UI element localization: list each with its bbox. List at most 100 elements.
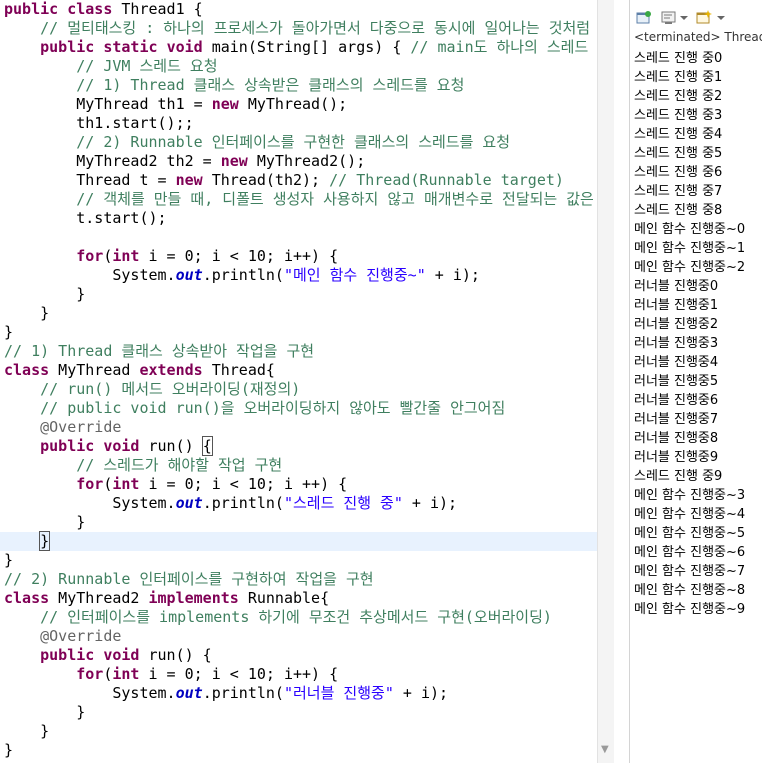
code-token: } — [4, 722, 50, 740]
code-line[interactable]: th1.start();; — [4, 114, 597, 133]
code-line[interactable]: } — [4, 722, 597, 741]
keyword: for — [76, 475, 104, 493]
code-line[interactable]: // JVM 스레드 요청 — [4, 57, 597, 76]
code-line[interactable]: for(int i = 0; i < 10; i++) { — [4, 247, 597, 266]
console-output-line: 스레드 진행 중0 — [634, 51, 723, 66]
code-line[interactable]: // 멀티태스킹 : 하나의 프로세스가 돌아가면서 다중으로 동시에 일어나는… — [4, 19, 597, 38]
code-line[interactable]: // 인터페이스를 implements 하기에 무조건 추상메서드 구현(오버… — [4, 608, 597, 627]
string-literal: "러너블 진행중" — [283, 684, 394, 702]
code-line[interactable]: MyThread2 th2 = new MyThread2(); — [4, 152, 597, 171]
code-line[interactable]: // 1) Thread 클래스 상속받은 클래스의 스레드를 요청 — [4, 76, 597, 95]
code-token: .println( — [202, 684, 284, 702]
code-line[interactable]: @Override — [4, 418, 597, 437]
code-line[interactable]: // public void run()을 오버라이딩하지 않아도 빨간줄 안그… — [4, 399, 597, 418]
code-line[interactable]: } — [4, 304, 597, 323]
code-token: Runnable{ — [238, 589, 330, 607]
code-line[interactable]: t.start(); — [4, 209, 597, 228]
console-output[interactable]: 스레드 진행 중0 스레드 진행 중1 스레드 진행 중2 스레드 진행 중3 스레드 … — [634, 49, 745, 619]
console-view: <terminated> Thread1 [J 스레드 진행 중0스레드 진행 … — [630, 0, 762, 763]
code-line[interactable]: class MyThread extends Thread{ — [4, 361, 597, 380]
field-reference: out — [175, 266, 203, 284]
code-token: MyThread2(); — [247, 152, 366, 170]
code-line[interactable]: @Override — [4, 627, 597, 646]
dropdown-arrow-icon[interactable] — [679, 10, 689, 26]
code-line[interactable]: // 스레드가 해야할 작업 구현 — [4, 456, 597, 475]
code-line[interactable]: } — [4, 323, 597, 342]
code-line[interactable]: // 1) Thread 클래스 상속받아 작업을 구현 — [4, 342, 597, 361]
scroll-down-arrow-icon[interactable]: ▼ — [601, 744, 609, 755]
dropdown-arrow-icon[interactable] — [716, 10, 726, 26]
string-literal: "스레드 진행 중" — [283, 494, 403, 512]
keyword: int — [112, 665, 140, 683]
field-reference: out — [175, 494, 203, 512]
console-output-line: 메인 함수 진행중~8 — [634, 583, 746, 598]
code-line[interactable]: // 2) Runnable 인터페이스를 구현한 클래스의 스레드를 요청 — [4, 133, 597, 152]
keyword: public — [4, 0, 59, 18]
code-line[interactable]: Thread t = new Thread(th2); // Thread(Ru… — [4, 171, 597, 190]
comment: // JVM 스레드 요청 — [76, 57, 218, 75]
code-token: i = 0; i < 10; i++) { — [139, 247, 339, 265]
code-line[interactable]: // 객체를 만들 때, 디폴트 생성자 사용하지 않고 매개변수로 전달되는 … — [4, 190, 597, 209]
matching-bracket: } — [39, 531, 51, 551]
code-line[interactable]: public static void main(String[] args) {… — [4, 38, 597, 57]
code-line[interactable]: } — [4, 551, 597, 570]
editor-vertical-scrollbar[interactable]: ▼ — [597, 0, 614, 763]
string-literal: "메인 함수 진행중~" — [283, 266, 426, 284]
code-line[interactable]: } — [4, 513, 597, 532]
code-token: } — [4, 513, 86, 531]
new-console-icon[interactable] — [696, 10, 712, 26]
code-line[interactable]: // 2) Runnable 인터페이스를 구현하여 작업을 구현 — [4, 570, 597, 589]
code-token: MyThread — [49, 361, 140, 379]
code-token: main(String[] args) { — [202, 38, 411, 56]
code-line[interactable]: } — [4, 741, 597, 760]
comment: // main도 하나의 스레드 — [410, 38, 589, 56]
code-line[interactable]: public void run() { — [4, 646, 597, 665]
comment: // 멀티태스킹 : 하나의 프로세스가 돌아가면서 다중으로 동시에 일어나는… — [40, 19, 597, 37]
code-line[interactable]: public class Thread1 { — [4, 0, 597, 19]
code-line[interactable]: // run() 메서드 오버라이딩(재정의) — [4, 380, 597, 399]
comment: // 스레드가 해야할 작업 구현 — [76, 456, 283, 474]
console-toolbar — [630, 8, 762, 30]
pin-console-icon[interactable] — [636, 10, 652, 26]
code-token: + i); — [425, 266, 480, 284]
code-line[interactable] — [4, 228, 597, 247]
code-line[interactable]: for(int i = 0; i < 10; i ++) { — [4, 475, 597, 494]
code-line[interactable]: MyThread th1 = new MyThread(); — [4, 95, 597, 114]
code-line[interactable]: for(int i = 0; i < 10; i++) { — [4, 665, 597, 684]
keyword: void — [103, 437, 140, 455]
code-editor[interactable]: public class Thread1 { // 멀티태스킹 : 하나의 프로… — [0, 0, 597, 763]
keyword: class — [67, 0, 113, 18]
console-output-line: 스레드 진행 중8 — [634, 203, 723, 218]
comment: // Thread(Runnable target) — [329, 171, 564, 189]
comment: // 2) Runnable 인터페이스를 구현하여 작업을 구현 — [4, 570, 374, 588]
console-output-line: 스레드 진행 중7 — [634, 184, 723, 199]
code-line[interactable]: } — [4, 703, 597, 722]
code-token: System. — [4, 494, 176, 512]
keyword: for — [76, 247, 104, 265]
matching-bracket: { — [201, 436, 213, 456]
code-token: } — [4, 285, 86, 303]
code-line[interactable]: } — [4, 285, 597, 304]
panel-divider[interactable] — [614, 0, 630, 763]
code-line[interactable]: System.out.println("러너블 진행중" + i); — [4, 684, 597, 703]
code-text[interactable]: public class Thread1 { // 멀티태스킹 : 하나의 프로… — [0, 0, 597, 760]
keyword: class — [4, 361, 50, 379]
code-line[interactable]: class MyThread2 implements Runnable{ — [4, 589, 597, 608]
keyword: extends — [139, 361, 203, 379]
console-output-line: 메인 함수 진행중~0 — [634, 222, 746, 237]
keyword: class — [4, 589, 50, 607]
code-line[interactable]: System.out.println("메인 함수 진행중~" + i); — [4, 266, 597, 285]
keyword: public — [40, 437, 95, 455]
current-code-line[interactable]: } — [0, 531, 597, 551]
console-output-line: 스레드 진행 중6 — [634, 165, 723, 180]
code-line[interactable]: System.out.println("스레드 진행 중" + i); — [4, 494, 597, 513]
code-line[interactable]: public void run() { — [4, 436, 597, 456]
display-console-icon[interactable] — [661, 10, 677, 26]
